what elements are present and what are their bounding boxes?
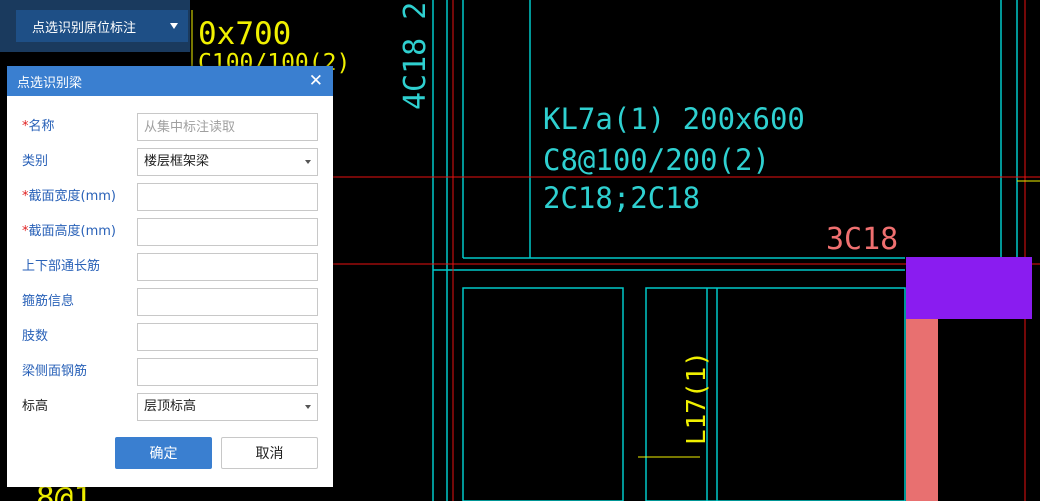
field-label: 梁侧面钢筋 [22, 364, 88, 379]
chevron-down-icon [305, 405, 311, 409]
field-label: 箍筋信息 [22, 294, 75, 309]
category-select[interactable]: 楼层框架梁 [137, 148, 318, 176]
annotation-vertical-rebar: 4C18 2/2 [398, 0, 433, 110]
field-row-name: *名称 [7, 113, 333, 141]
annotation-partial-size: 0x700 [198, 16, 291, 52]
field-row-stirrup-info: 箍筋信息 [7, 288, 333, 316]
category-value: 楼层框架梁 [144, 154, 210, 169]
column-block [906, 257, 1032, 319]
field-row-section-height: *截面高度(mm) [7, 218, 333, 246]
field-label: *截面宽度(mm) [22, 189, 116, 204]
dialog-body: *名称 类别 楼层框架梁 *截面宽度(mm) *截面高度(mm) 上下部通长筋 … [7, 96, 333, 487]
field-row-category: 类别 楼层框架梁 [7, 148, 333, 176]
beam-rect [462, 287, 624, 501]
field-row-side-rebar: 梁侧面钢筋 [7, 358, 333, 386]
recognize-original-annotation-dropdown[interactable]: 点选识别原位标注 [16, 10, 188, 42]
recognize-beam-dialog: 点选识别梁 ✕ *名称 类别 楼层框架梁 *截面宽度(mm) *截面高度(mm)… [7, 66, 333, 487]
elevation-value: 层顶标高 [144, 399, 197, 414]
through-rebar-input[interactable] [137, 253, 318, 281]
field-label: *名称 [22, 119, 55, 134]
field-label: 肢数 [22, 329, 49, 344]
toolbar: 点选识别原位标注 [0, 0, 190, 52]
annotation-secondary-beam: L17(1) [682, 351, 712, 445]
dialog-title-bar: 点选识别梁 ✕ [7, 66, 333, 96]
ok-button[interactable]: 确定 [115, 437, 212, 469]
annotation-beam-name: KL7a(1) 200x600 [543, 102, 805, 136]
section-height-input[interactable] [137, 218, 318, 246]
column-section [906, 319, 938, 501]
field-row-section-width: *截面宽度(mm) [7, 183, 333, 211]
dialog-title: 点选识别梁 [17, 75, 83, 91]
field-label: 标高 [22, 399, 49, 414]
field-row-through-rebar: 上下部通长筋 [7, 253, 333, 281]
stirrup-info-input[interactable] [137, 288, 318, 316]
chevron-down-icon [305, 160, 311, 164]
elevation-select[interactable]: 层顶标高 [137, 393, 318, 421]
field-row-elevation: 标高 层顶标高 [7, 393, 333, 421]
field-row-leg-count: 肢数 [7, 323, 333, 351]
field-label: 上下部通长筋 [22, 259, 101, 274]
field-label: 类别 [22, 154, 49, 169]
annotation-support-rebar: 3C18 [826, 222, 898, 257]
annotation-beam-stirrup: C8@100/200(2) [543, 143, 770, 177]
field-label: *截面高度(mm) [22, 224, 116, 239]
annotation-beam-rebar: 2C18;2C18 [543, 181, 700, 215]
section-width-input[interactable] [137, 183, 318, 211]
leg-count-input[interactable] [137, 323, 318, 351]
name-input[interactable] [137, 113, 318, 141]
close-icon[interactable]: ✕ [309, 72, 323, 90]
caret-down-icon [170, 23, 178, 29]
cancel-button[interactable]: 取消 [221, 437, 318, 469]
side-rebar-input[interactable] [137, 358, 318, 386]
dropdown-label: 点选识别原位标注 [32, 20, 137, 36]
